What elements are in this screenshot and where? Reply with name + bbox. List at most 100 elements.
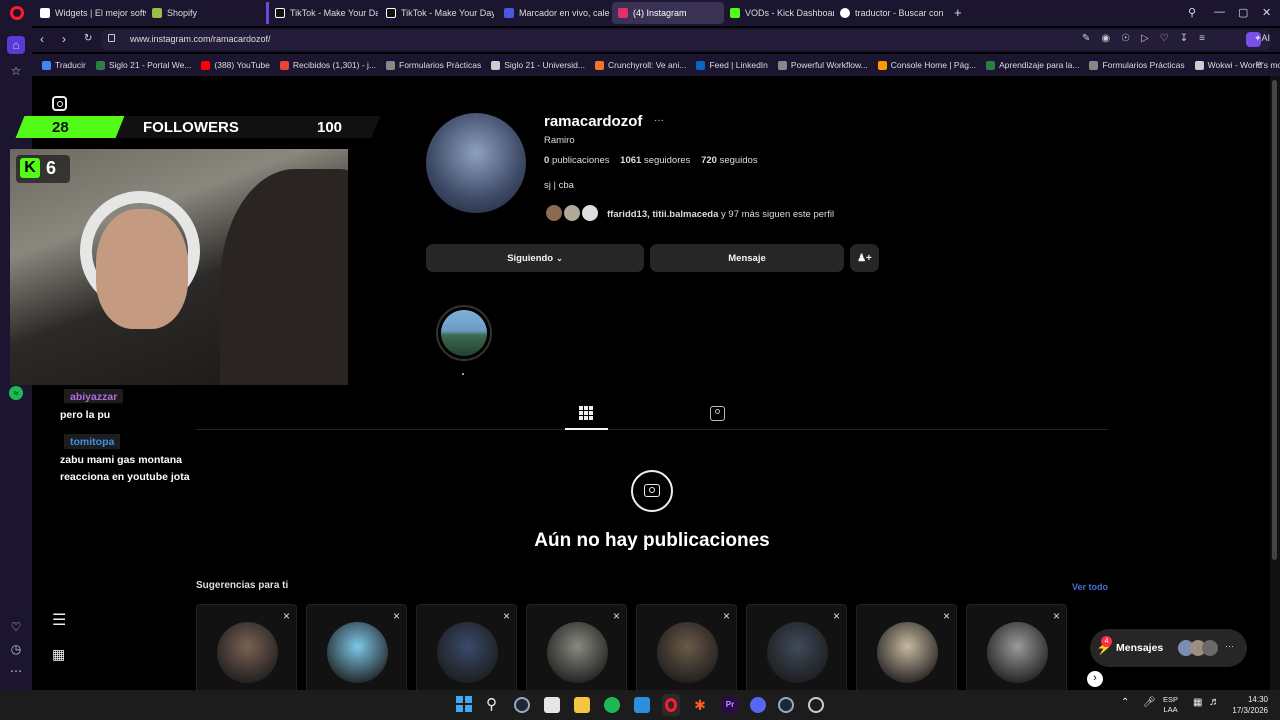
- ai-button[interactable]: ✦AI: [1254, 33, 1270, 44]
- dismiss-suggestion-icon[interactable]: ×: [723, 609, 730, 623]
- back-icon[interactable]: ‹: [40, 32, 44, 46]
- dismiss-suggestion-icon[interactable]: ×: [283, 609, 290, 623]
- following-button[interactable]: Siguiendo ⌄: [426, 244, 644, 272]
- opera-logo[interactable]: [10, 6, 24, 20]
- suggestion-card[interactable]: ×: [306, 604, 407, 694]
- steam-icon[interactable]: [778, 697, 794, 713]
- tray-chevron-icon[interactable]: ⌃: [1121, 697, 1129, 708]
- search-icon[interactable]: ⚲: [486, 695, 497, 713]
- clock[interactable]: 14:30 17/3/2026: [1226, 694, 1268, 716]
- bookmark-item[interactable]: Formularios Prácticas: [1089, 60, 1185, 70]
- bookmark-item[interactable]: Recibidos (1,301) - j...: [279, 60, 376, 70]
- tab-tiktok-1[interactable]: TikTok - Make Your Day: [266, 2, 378, 24]
- bookmark-item[interactable]: Siglo 21 - Portal We...: [95, 60, 191, 70]
- discord-icon[interactable]: [750, 697, 766, 713]
- dismiss-suggestion-icon[interactable]: ×: [393, 609, 400, 623]
- tab-instagram[interactable]: (4) Instagram: [612, 2, 724, 24]
- suggest-people-button[interactable]: ♟+: [850, 244, 879, 272]
- url-field[interactable]: www.instagram.com/ramacardozof/ ✎◉☉▷♡↧≡: [102, 30, 1270, 50]
- page-actions-icons[interactable]: ✎◉☉▷♡↧≡: [1082, 33, 1216, 44]
- chrome-icon[interactable]: [808, 697, 824, 713]
- home-icon[interactable]: ⌂: [7, 36, 25, 54]
- premiere-icon[interactable]: Pr: [722, 697, 738, 713]
- tab-marcador[interactable]: Marcador en vivo, calenda: [498, 2, 610, 24]
- mutual-followers-avatars[interactable]: [544, 203, 604, 225]
- suggestion-card[interactable]: ×: [856, 604, 957, 694]
- spotify-icon[interactable]: ≈: [9, 386, 23, 400]
- suggestion-avatar[interactable]: [767, 622, 828, 683]
- new-tab-button[interactable]: +: [954, 5, 962, 20]
- close-window-icon[interactable]: ✕: [1262, 6, 1271, 19]
- bookmark-item[interactable]: Powerful Workflow...: [777, 60, 868, 70]
- search-tabs-icon[interactable]: ⚲: [1188, 6, 1196, 19]
- see-all-link[interactable]: Ver todo: [1072, 582, 1108, 592]
- suggestion-avatar[interactable]: [987, 622, 1048, 683]
- tab-widgets[interactable]: Widgets | El mejor softwa: [34, 2, 146, 24]
- opera-icon[interactable]: [662, 694, 680, 716]
- history-icon[interactable]: ◷: [9, 642, 23, 656]
- followed-by-text[interactable]: ffaridd13, titii.balmaceda y 97 más sigu…: [607, 209, 834, 220]
- scrollbar-thumb[interactable]: [1272, 80, 1277, 560]
- dismiss-suggestion-icon[interactable]: ×: [613, 609, 620, 623]
- suggestion-card[interactable]: ×: [526, 604, 627, 694]
- maximize-icon[interactable]: ▢: [1238, 6, 1248, 19]
- more-icon[interactable]: ⋯: [9, 664, 23, 678]
- suggestion-card[interactable]: ×: [966, 604, 1067, 694]
- bookmark-item[interactable]: Wokwi - World's mo...: [1194, 60, 1280, 70]
- bookmark-item[interactable]: Feed | LinkedIn: [696, 60, 768, 70]
- volume-icon[interactable]: ♬: [1209, 696, 1220, 708]
- dismiss-suggestion-icon[interactable]: ×: [833, 609, 840, 623]
- star-icon[interactable]: ☆: [9, 64, 23, 78]
- network-icon[interactable]: ▦: [1193, 697, 1202, 708]
- spotify-icon[interactable]: [604, 697, 620, 713]
- dismiss-suggestion-icon[interactable]: ×: [943, 609, 950, 623]
- suggestion-avatar[interactable]: [327, 622, 388, 683]
- bookmark-item[interactable]: Formularios Prácticas: [386, 60, 481, 70]
- tab-kick[interactable]: VODs - Kick Dashboard: [724, 2, 834, 24]
- store-icon[interactable]: [544, 697, 560, 713]
- suggestions-next-icon[interactable]: ›: [1087, 671, 1103, 687]
- suggestion-avatar[interactable]: [657, 622, 718, 683]
- language-indicator[interactable]: ESP LAA: [1163, 695, 1178, 715]
- story-highlight[interactable]: [436, 305, 492, 361]
- bookmarks-more-icon[interactable]: »: [1256, 58, 1262, 69]
- profile-options-icon[interactable]: ···: [654, 115, 664, 126]
- bookmark-item[interactable]: Console Home | Pág...: [877, 60, 976, 70]
- spark-icon[interactable]: ✱: [692, 697, 708, 713]
- grid-icon[interactable]: [579, 406, 593, 420]
- suggestion-card[interactable]: ×: [746, 604, 847, 694]
- tab-shopify[interactable]: Shopify: [146, 2, 256, 24]
- reload-icon[interactable]: ↻: [84, 33, 92, 44]
- bookmark-item[interactable]: (388) YouTube: [201, 60, 270, 70]
- tagged-icon[interactable]: [710, 406, 725, 421]
- suggestion-avatar[interactable]: [437, 622, 498, 683]
- bookmark-item[interactable]: Siglo 21 - Universid...: [491, 60, 585, 70]
- also-from-meta-icon[interactable]: ▦: [52, 646, 65, 663]
- minimize-icon[interactable]: —: [1214, 6, 1225, 18]
- profile-avatar[interactable]: [426, 113, 526, 213]
- vscode-icon[interactable]: [634, 697, 650, 713]
- message-button[interactable]: Mensaje: [650, 244, 844, 272]
- windows-start-icon[interactable]: [456, 696, 472, 712]
- steam-icon[interactable]: [514, 697, 530, 713]
- microphone-icon[interactable]: 🎤︎: [1143, 697, 1156, 708]
- instagram-logo-icon[interactable]: [52, 96, 67, 111]
- forward-icon[interactable]: ›: [62, 32, 66, 46]
- following-stat[interactable]: 720 seguidos: [701, 155, 758, 166]
- tab-google[interactable]: traductor - Buscar con Go: [834, 2, 946, 24]
- messages-bubble[interactable]: ⚡ 4 Mensajes ···: [1090, 629, 1247, 667]
- suggestion-avatar[interactable]: [877, 622, 938, 683]
- suggestion-card[interactable]: ×: [416, 604, 517, 694]
- suggestion-avatar[interactable]: [547, 622, 608, 683]
- heart-icon[interactable]: ♡: [9, 620, 23, 634]
- suggestion-avatar[interactable]: [217, 622, 278, 683]
- suggestion-card[interactable]: ×: [636, 604, 737, 694]
- followers-stat[interactable]: 1061 seguidores: [620, 155, 690, 166]
- bookmark-item[interactable]: Crunchyroll: Ve ani...: [595, 60, 686, 70]
- dismiss-suggestion-icon[interactable]: ×: [1053, 609, 1060, 623]
- bookmark-item[interactable]: Aprendizaje para la...: [986, 60, 1079, 70]
- menu-icon[interactable]: ☰: [52, 610, 66, 630]
- dismiss-suggestion-icon[interactable]: ×: [503, 609, 510, 623]
- tab-tiktok-2[interactable]: TikTok - Make Your Day: [380, 2, 494, 24]
- file-explorer-icon[interactable]: [574, 697, 590, 713]
